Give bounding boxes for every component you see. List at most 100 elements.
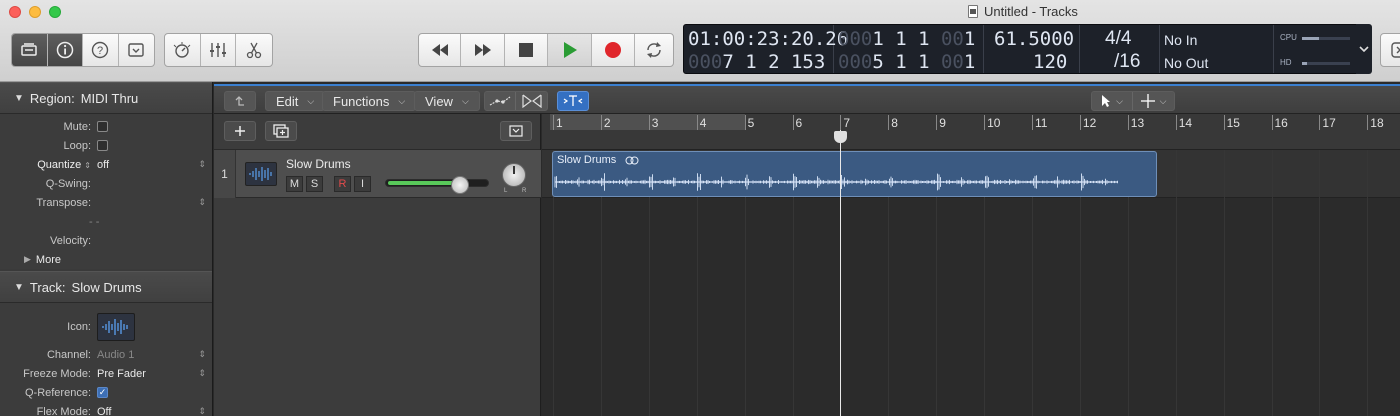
functions-menu[interactable]: Functions ⌵ <box>322 91 417 111</box>
freeze-mode-row[interactable]: Freeze Mode: Pre Fader ⇕ <box>0 364 212 383</box>
mute-button[interactable]: M <box>286 176 303 192</box>
pan-left-label: L <box>504 188 508 194</box>
more-disclosure[interactable]: ▶ More <box>0 250 212 269</box>
ruler-tick <box>1032 115 1033 130</box>
smart-controls-button[interactable] <box>165 34 201 66</box>
cpu-meter-fill <box>1302 37 1319 40</box>
mute-checkbox[interactable] <box>97 121 108 132</box>
zoom-window-button[interactable] <box>49 6 61 18</box>
rewind-icon <box>431 44 448 56</box>
hd-label: HD <box>1280 58 1292 67</box>
volume-fader[interactable] <box>385 176 489 194</box>
region-inspector-header[interactable]: ▼ Region: MIDI Thru <box>0 82 212 114</box>
solo-button[interactable]: S <box>306 176 323 192</box>
chevron-down-icon: ⌵ <box>1159 95 1167 106</box>
cmd-click-tool-menu[interactable]: ⌵ <box>1133 92 1174 110</box>
mixer-button[interactable] <box>201 34 237 66</box>
library-button[interactable] <box>12 34 48 66</box>
library-icon <box>21 43 37 56</box>
ruler-bar-label: 10 <box>987 116 1001 130</box>
stop-button[interactable] <box>505 34 548 66</box>
back-button[interactable] <box>224 91 256 111</box>
view-menu[interactable]: View ⌵ <box>414 91 480 111</box>
stop-icon <box>519 43 533 57</box>
toolbar-button[interactable] <box>119 34 154 66</box>
close-window-button[interactable] <box>9 6 21 18</box>
popup-arrows-icon: ⇕ <box>198 368 206 378</box>
inspector-button[interactable] <box>47 34 83 66</box>
record-enable-button[interactable]: R <box>334 176 351 192</box>
channel-row[interactable]: Channel: Audio 1 ⇕ <box>0 345 212 364</box>
audio-region[interactable]: Slow Drums <box>552 151 1157 197</box>
lcd-display[interactable]: 01:00:23:20.26 0007 1 2 153 0001 1 1 001… <box>683 24 1371 74</box>
region-transpose-row[interactable]: Transpose: ⇕ <box>0 193 212 212</box>
cpu-meter <box>1302 37 1350 40</box>
cycle-button[interactable] <box>635 34 673 66</box>
ruler-tick <box>840 115 842 130</box>
ruler-bar-label: 15 <box>1226 116 1240 130</box>
ruler-tick <box>1175 115 1177 130</box>
locator-right-value: 5 1 1 <box>872 51 941 73</box>
region-fine-row[interactable]: - - <box>0 212 212 231</box>
play-button[interactable] <box>548 34 592 66</box>
minimize-window-button[interactable] <box>29 6 41 18</box>
midi-out: No Out <box>1164 55 1209 71</box>
forward-button[interactable] <box>461 34 505 66</box>
region-waveform <box>554 173 1118 191</box>
global-tracks-button[interactable] <box>500 121 532 141</box>
chevron-down-icon <box>1359 46 1369 52</box>
track-header-column: 1 Slow Drums M S R I L R <box>214 114 541 416</box>
title-and-control-bar: Untitled - Tracks ? 01:00:23:20.26 0007 … <box>0 0 1400 82</box>
duplicate-track-button[interactable] <box>265 121 297 141</box>
flex-mode-row[interactable]: Flex Mode: Off ⇕ <box>0 402 212 416</box>
locator-right-dim2: 00 <box>940 51 964 73</box>
bar-ruler[interactable]: 1 2 3 4 5 6 7 8 9 10 11 12 13 14 15 16 17 18 <box>542 114 1400 150</box>
input-monitor-button[interactable]: I <box>354 176 371 192</box>
track-inspector-header[interactable]: ▼ Track: Slow Drums <box>0 271 212 303</box>
volume-fader-fill <box>388 181 459 185</box>
edit-menu[interactable]: Edit ⌵ <box>265 91 326 111</box>
track-header-row[interactable]: 1 Slow Drums M S R I L R <box>214 150 541 198</box>
track-icon-picker[interactable] <box>97 313 135 341</box>
track-name[interactable]: Slow Drums <box>286 157 351 171</box>
cycle-area[interactable] <box>550 114 745 130</box>
record-button[interactable] <box>592 34 635 66</box>
info-icon <box>56 41 73 59</box>
pan-knob[interactable] <box>502 163 526 187</box>
freeze-mode-label: Freeze Mode: <box>23 367 91 380</box>
editors-button[interactable] <box>236 34 272 66</box>
flex-button[interactable] <box>516 92 547 110</box>
rewind-button[interactable] <box>419 34 461 66</box>
automation-flex-group <box>484 91 548 111</box>
catch-button[interactable] <box>557 91 589 111</box>
new-track-button[interactable] <box>224 121 256 141</box>
quick-help-button[interactable]: ? <box>83 34 119 66</box>
popup-arrows-icon: ⇕ <box>198 159 206 169</box>
region-header-label: Region: <box>29 90 75 106</box>
stepper-icon: ⇕ <box>84 160 91 170</box>
division: /16 <box>1114 51 1141 72</box>
q-reference-row: Q-Reference: ✓ <box>0 383 212 402</box>
automation-button[interactable] <box>485 92 517 110</box>
playhead[interactable] <box>840 130 842 416</box>
region-qswing-row[interactable]: Q-Swing: <box>0 174 212 193</box>
edit-tools-group <box>164 33 273 67</box>
volume-fader-thumb[interactable] <box>451 176 469 194</box>
locator-right: 0005 1 1 001 <box>838 51 975 73</box>
loop-checkbox[interactable] <box>97 140 108 151</box>
ruler-tick <box>1319 115 1321 130</box>
region-velocity-row[interactable]: Velocity: <box>0 231 212 250</box>
cpu-label: CPU <box>1280 33 1297 42</box>
region-quantize-row[interactable]: Quantize ⇕ off ⇕ <box>0 155 212 174</box>
left-click-tool-menu[interactable]: ⌵ <box>1092 92 1134 110</box>
tracks-area[interactable]: 1 2 3 4 5 6 7 8 9 10 11 12 13 14 15 16 17 18 Slow Drums <box>542 114 1400 416</box>
bar-gridline <box>1223 150 1225 416</box>
ruler-tick <box>1223 115 1225 130</box>
list-editors-button[interactable] <box>1381 34 1400 66</box>
region-name-text: Slow Drums <box>557 154 617 166</box>
lcd-menu-button[interactable] <box>1356 24 1372 74</box>
q-reference-checkbox[interactable]: ✓ <box>97 387 108 398</box>
ruler-tick <box>1271 115 1273 130</box>
region-mute-row: Mute: <box>0 117 212 136</box>
ruler-tick <box>1127 115 1129 130</box>
